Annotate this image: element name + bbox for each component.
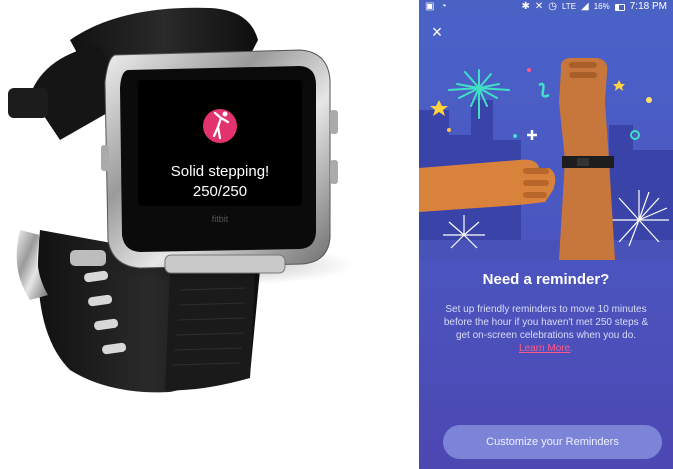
customize-reminders-button[interactable]: Customize your Reminders [443, 425, 662, 459]
status-time: 7:18 PM [629, 1, 667, 12]
firework-teal [448, 69, 510, 119]
phone-screen: ▣ ◔ ✱ ✕ ◷ LTE ◢ 16% 7:18 PM × Need a rem… [419, 0, 673, 469]
network-type: LTE [561, 2, 577, 11]
signal-icon: ◢ [581, 1, 589, 12]
bluetooth-icon: ✱ [521, 1, 530, 12]
watch-progress: 250/250 [192, 183, 248, 200]
screenshot-root: Solid stepping! 250/250 fitbit ▣ ◔ ✱ ✕ ◷… [0, 0, 673, 469]
reminder-description: Set up friendly reminders to move 10 min… [443, 303, 649, 355]
close-button[interactable]: × [429, 23, 445, 41]
battery-percent: 16% [593, 2, 610, 11]
notification-icon: ◔ [440, 1, 447, 12]
learn-more-link[interactable]: Learn More [519, 343, 570, 354]
learn-more-period: . [570, 343, 573, 354]
bump-arm [419, 159, 556, 212]
watch-brand-label: fitbit [211, 214, 229, 224]
alarm-icon: ◷ [548, 1, 557, 12]
person-stretching-icon [203, 109, 237, 143]
battery-icon [614, 3, 625, 11]
mute-icon: ✕ [534, 1, 544, 12]
watch-message: Solid stepping! [170, 163, 270, 180]
status-bar: ▣ ◔ ✱ ✕ ◷ LTE ◢ 16% 7:18 PM [419, 0, 673, 14]
fitbit-watch-product-image: Solid stepping! 250/250 fitbit [0, 0, 400, 469]
raised-arm [559, 58, 615, 260]
reminder-body-text: Set up friendly reminders to move 10 min… [443, 304, 649, 341]
celebration-illustration [419, 40, 673, 260]
reminder-title: Need a reminder? [482, 271, 610, 288]
fitbit-app-icon: ▣ [425, 1, 435, 12]
